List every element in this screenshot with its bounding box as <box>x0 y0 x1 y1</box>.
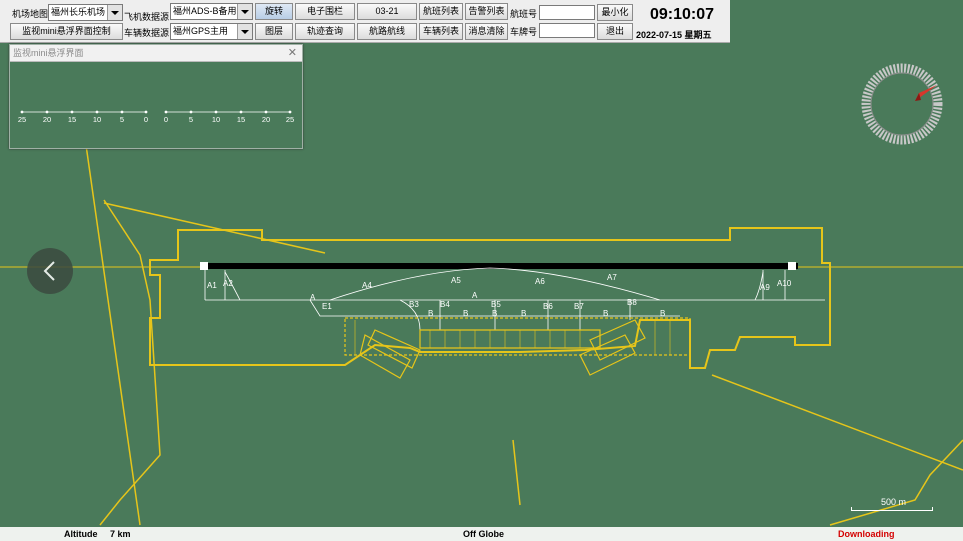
track-query-button[interactable]: 轨迹查询 <box>295 23 355 40</box>
chevron-down-icon[interactable] <box>107 5 122 20</box>
exit-button[interactable]: 退出 <box>597 23 633 40</box>
close-icon[interactable]: ✕ <box>288 45 297 61</box>
scale-tick: 25 <box>286 115 294 124</box>
efence-button[interactable]: 电子围栏 <box>295 3 355 20</box>
vehicle-source-label: 车辆数据源 <box>124 28 170 38</box>
altitude-value: 7 km <box>110 529 131 539</box>
mini-scale: 25 20 15 10 5 0 0 5 10 15 20 25 <box>18 110 294 124</box>
mini-window-titlebar[interactable]: 监视mini悬浮界面 ✕ <box>10 45 302 62</box>
mini-window-title: 监视mini悬浮界面 <box>13 48 84 58</box>
taxi-label: A1 <box>207 281 217 290</box>
flight-no-input[interactable] <box>539 5 595 20</box>
scale-tick: 15 <box>237 115 245 124</box>
chevron-left-icon <box>43 261 55 281</box>
minimize-button[interactable]: 最小化 <box>597 4 633 21</box>
taxiways <box>204 267 825 331</box>
scale-tick: 20 <box>43 115 51 124</box>
altitude-label: Altitude <box>64 529 98 539</box>
flight-no-label: 航班号 <box>510 9 538 19</box>
plate-no-label: 车牌号 <box>510 27 538 37</box>
taxi-label: A6 <box>535 277 545 286</box>
scale-label: 500 m <box>881 497 907 507</box>
vehicle-source-select[interactable]: 福州GPS主用 <box>170 23 253 40</box>
scale-tick: 0 <box>144 115 148 124</box>
taxi-label: B <box>660 309 665 318</box>
taxi-label: A5 <box>451 276 461 285</box>
scale-tick: 25 <box>18 115 26 124</box>
toolbar: 机场地图 福州长乐机场 飞机数据源 福州ADS-B备用 监视mini悬浮界面控制… <box>0 0 730 43</box>
vehicle-list-button[interactable]: 车辆列表 <box>419 23 463 40</box>
globe-status: Off Globe <box>463 529 504 539</box>
airport-map-label: 机场地图 <box>12 9 49 19</box>
taxi-label: A10 <box>777 279 792 288</box>
runway-end-right <box>788 262 796 270</box>
taxi-label: B <box>492 309 497 318</box>
chevron-down-icon[interactable] <box>237 4 252 19</box>
flight-list-button[interactable]: 航班列表 <box>419 3 463 20</box>
aircraft-source-select[interactable]: 福州ADS-B备用 <box>170 3 253 20</box>
taxi-label: B <box>603 309 608 318</box>
rotate-button[interactable]: 旋转 <box>255 3 293 20</box>
taxi-label: B4 <box>440 300 450 309</box>
taxi-label: B <box>463 309 468 318</box>
taxi-label-group: A1 A2 A4 A5 A6 A7 A9 A10 A A E1 B3 B4 B5… <box>207 273 792 318</box>
runway-end-left <box>200 262 208 270</box>
taxi-label: A <box>472 291 478 300</box>
airport-select[interactable]: 福州长乐机场 <box>48 4 123 21</box>
clock-time: 09:10:07 <box>650 6 715 23</box>
clear-msg-button[interactable]: 消息清除 <box>465 23 508 40</box>
chevron-down-icon[interactable] <box>237 24 252 39</box>
scale-tick: 20 <box>262 115 270 124</box>
vehicle-source-value: 福州GPS主用 <box>173 26 229 36</box>
boundary-lines <box>85 144 963 526</box>
taxi-label: B7 <box>574 302 584 311</box>
scale-bar-line <box>851 507 933 511</box>
status-bar: Altitude 7 km Off Globe Downloading <box>0 527 963 541</box>
scale-tick: 15 <box>68 115 76 124</box>
taxi-label: A <box>310 293 316 302</box>
taxi-label: A9 <box>760 283 770 292</box>
taxi-label: B8 <box>627 298 637 307</box>
scale-tick: 5 <box>120 115 124 124</box>
airport-select-value: 福州长乐机场 <box>51 7 106 17</box>
download-status: Downloading <box>838 529 895 539</box>
layers-button[interactable]: 图层 <box>255 23 293 40</box>
scale-tick: 10 <box>212 115 220 124</box>
mini-monitor-window[interactable]: 监视mini悬浮界面 ✕ 25 20 15 10 5 0 0 5 10 15 2… <box>9 44 303 149</box>
alarm-list-button[interactable]: 告警列表 <box>465 3 508 20</box>
map-scale-bar: 500 m <box>851 497 933 513</box>
taxi-label: B6 <box>543 302 553 311</box>
aircraft-source-label: 飞机数据源 <box>124 12 170 22</box>
apron-stands <box>344 317 691 379</box>
taxi-label: B3 <box>409 300 419 309</box>
taxi-label: A7 <box>607 273 617 282</box>
route-button[interactable]: 航路航线 <box>357 23 417 40</box>
scale-tick: 0 <box>164 115 168 124</box>
runway-button[interactable]: 03-21 <box>357 3 417 20</box>
clock-date: 2022-07-15 星期五 <box>636 30 712 40</box>
taxi-label: A4 <box>362 281 372 290</box>
taxi-label: B <box>428 309 433 318</box>
compass-icon[interactable] <box>861 63 943 145</box>
taxi-label: B5 <box>491 300 501 309</box>
mini-control-button[interactable]: 监视mini悬浮界面控制 <box>10 23 123 40</box>
aircraft-source-value: 福州ADS-B备用 <box>173 6 237 16</box>
taxi-label: B <box>521 309 526 318</box>
taxi-label: A2 <box>223 279 233 288</box>
scale-tick: 10 <box>93 115 101 124</box>
plate-no-input[interactable] <box>539 23 595 38</box>
scale-tick: 5 <box>189 115 193 124</box>
back-button[interactable] <box>27 248 73 294</box>
taxi-label: E1 <box>322 302 332 311</box>
